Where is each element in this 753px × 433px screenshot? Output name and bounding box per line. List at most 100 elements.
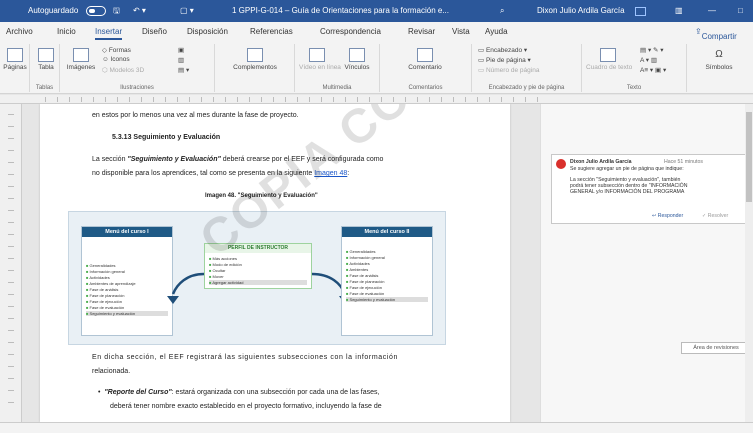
horizontal-ruler[interactable] [0, 95, 753, 104]
ribbon-display-icon[interactable]: ▥ [675, 0, 683, 22]
comentario-button[interactable]: Comentario [400, 48, 450, 71]
right-menu-item: Actividades [346, 261, 369, 266]
maximize-icon[interactable]: □ [738, 0, 743, 22]
tab-revisar[interactable]: Revisar [408, 27, 435, 36]
simbolos-button[interactable]: Ω Símbolos [697, 48, 741, 71]
imagenes-button[interactable]: Imágenes [64, 48, 98, 71]
comment-card[interactable]: Dixon Julio Ardila García Hace 51 minuto… [551, 154, 749, 224]
vinculos-button[interactable]: Vínculos [339, 48, 375, 71]
tab-insertar[interactable]: Insertar [95, 27, 123, 40]
group-paginas: Páginas [0, 44, 30, 92]
formas-button[interactable]: ◇ Formas [102, 46, 131, 54]
comentario-label: Comentario [408, 64, 442, 71]
encabezado-label: Encabezado [485, 47, 523, 54]
review-pane-button[interactable]: Área de revisiones [681, 342, 751, 354]
tabla-button[interactable]: Tabla [34, 48, 58, 71]
group-complementos: Complementos [215, 44, 295, 92]
group-texto: Cuadro de texto ▤ ▾ ✎ ▾ A ▾ ▥ A≡ ▾ ▣ ▾ T… [582, 44, 687, 92]
bullet-text-b: : estará organizada con una subsección p… [171, 389, 380, 396]
document-page[interactable]: en estos por lo menos una vez al mes dur… [40, 104, 646, 422]
tab-correspondencia[interactable]: Correspondencia [320, 27, 381, 36]
figure-caption: Imagen 48. "Seguimiento y Evaluación" [205, 193, 318, 199]
right-menu-box: Menú del curso II Generalidades Informac… [341, 226, 433, 336]
comment-icon [417, 48, 433, 62]
cuadro-button[interactable]: Cuadro de texto [586, 48, 633, 71]
right-menu-item: Ambientes [346, 267, 368, 272]
pie-label: Pie de página [485, 57, 526, 64]
tab-diseno[interactable]: Diseño [142, 27, 167, 36]
iconos-label: Iconos [110, 56, 130, 63]
bullet-text-a: "Reporte del Curso" [104, 389, 172, 396]
pie-button[interactable]: ▭ Pie de página ▾ [478, 56, 531, 64]
autosave-label: Autoguardado [28, 6, 79, 15]
share-label: Compartir [701, 32, 737, 41]
tab-inicio[interactable]: Inicio [57, 27, 76, 36]
doc-icon[interactable]: ▢ ▾ [180, 0, 194, 22]
table-icon [38, 48, 54, 62]
group-multimedia: Vídeo en línea Vínculos Multimedia [295, 44, 380, 92]
iconos-button[interactable]: ☺ Iconos [102, 56, 130, 63]
user-avatar-icon[interactable] [635, 7, 646, 16]
tab-disposicion[interactable]: Disposición [187, 27, 228, 36]
tab-ayuda[interactable]: Ayuda [485, 27, 508, 36]
autosave-toggle[interactable] [86, 6, 106, 16]
right-menu-item: Fase de ejecución [346, 285, 382, 290]
reply-label: Responder [657, 213, 684, 219]
numero-label: Número de página [485, 67, 540, 74]
reply-button[interactable]: ↩ Responder [652, 213, 683, 219]
figure-image[interactable]: Menú del curso I Generalidades Informaci… [68, 211, 446, 345]
doc-paragraph-1: La sección "Seguimiento y Evaluación" de… [92, 156, 383, 163]
share-button[interactable]: ⇪ Compartir [695, 27, 737, 41]
imagen-48-link[interactable]: Imagen 48 [314, 170, 347, 177]
resolve-button[interactable]: ✓ Resolver [702, 213, 728, 219]
vertical-scrollbar[interactable] [745, 104, 753, 422]
right-menu-item: Generalidades [346, 249, 376, 254]
quickparts-icon[interactable]: ▤ ▾ ✎ ▾ [640, 46, 664, 54]
right-menu-item: Información general [346, 255, 385, 260]
dropcap-icon[interactable]: A≡ ▾ ▣ ▾ [640, 66, 666, 74]
screenshot-icon[interactable]: ▤ ▾ [178, 66, 189, 74]
doc-bullet-1: • "Reporte del Curso": estará organizada… [98, 389, 379, 396]
complementos-button[interactable]: Complementos [221, 48, 289, 71]
vertical-ruler[interactable] [0, 104, 22, 422]
simbolos-label: Símbolos [705, 64, 733, 71]
image-icon [73, 48, 89, 62]
scrollbar-thumb[interactable] [746, 112, 752, 202]
omega-icon: Ω [715, 49, 723, 60]
user-name[interactable]: Dixon Julio Ardila García [537, 0, 625, 22]
video-button[interactable]: Vídeo en línea [299, 48, 341, 71]
right-menu-item: Fase de evaluación [346, 291, 385, 296]
doc-paragraph-2: no disponible para los aprendices, tal c… [92, 170, 349, 177]
p1-text-c: deberá crearse por el EEF y será configu… [220, 156, 384, 163]
comment-line-4: GENERAL y/o INFORMACIÓN DEL PROGRAMA [570, 189, 685, 195]
smartart-icon[interactable]: ▣ [178, 46, 184, 54]
tab-referencias[interactable]: Referencias [250, 27, 293, 36]
undo-icon[interactable]: ↶ ▾ [133, 0, 146, 22]
tab-vista[interactable]: Vista [452, 27, 470, 36]
doc-title: 1 GPPI-G-014 – Guía de Orientaciones par… [232, 6, 449, 15]
modelos3d-button[interactable]: ⬡ Modelos 3D [102, 66, 144, 74]
wordart-icon[interactable]: A ▾ ▥ [640, 56, 657, 64]
group-ilustraciones: Imágenes ◇ Formas ☺ Iconos ⬡ Modelos 3D … [60, 44, 215, 92]
comment-time: Hace 51 minutos [664, 159, 703, 165]
resolve-label: Resolver [707, 213, 729, 219]
comments-pane: Dixon Julio Ardila García Hace 51 minuto… [540, 104, 753, 422]
tab-archivo[interactable]: Archivo [6, 27, 33, 36]
search-icon[interactable]: ⌕ [500, 5, 504, 17]
encabezado-button[interactable]: ▭ Encabezado ▾ [478, 46, 527, 54]
cuadro-label: Cuadro de texto [586, 64, 633, 71]
group-simbolos: Ω Símbolos [687, 44, 753, 92]
save-icon[interactable]: 🖫 [113, 0, 120, 22]
texto-group-label: Texto [626, 85, 642, 91]
p1-text-a: La sección [92, 156, 128, 163]
tabla-label: Tabla [38, 64, 54, 71]
p2-text-c: : [347, 170, 350, 177]
chart-icon[interactable]: ▥ [178, 56, 184, 64]
section-heading: 5.3.13 Seguimiento y Evaluación [112, 134, 221, 141]
doc-paragraph-3b: relacionada. [92, 368, 131, 375]
paginas-button[interactable]: Páginas [2, 48, 28, 71]
minimize-icon[interactable]: — [708, 0, 716, 22]
numero-button[interactable]: ▭ Número de página [478, 66, 539, 74]
doc-paragraph-3: En dicha sección, el EEF registrará las … [92, 354, 398, 361]
comentarios-group-label: Comentarios [408, 85, 443, 91]
